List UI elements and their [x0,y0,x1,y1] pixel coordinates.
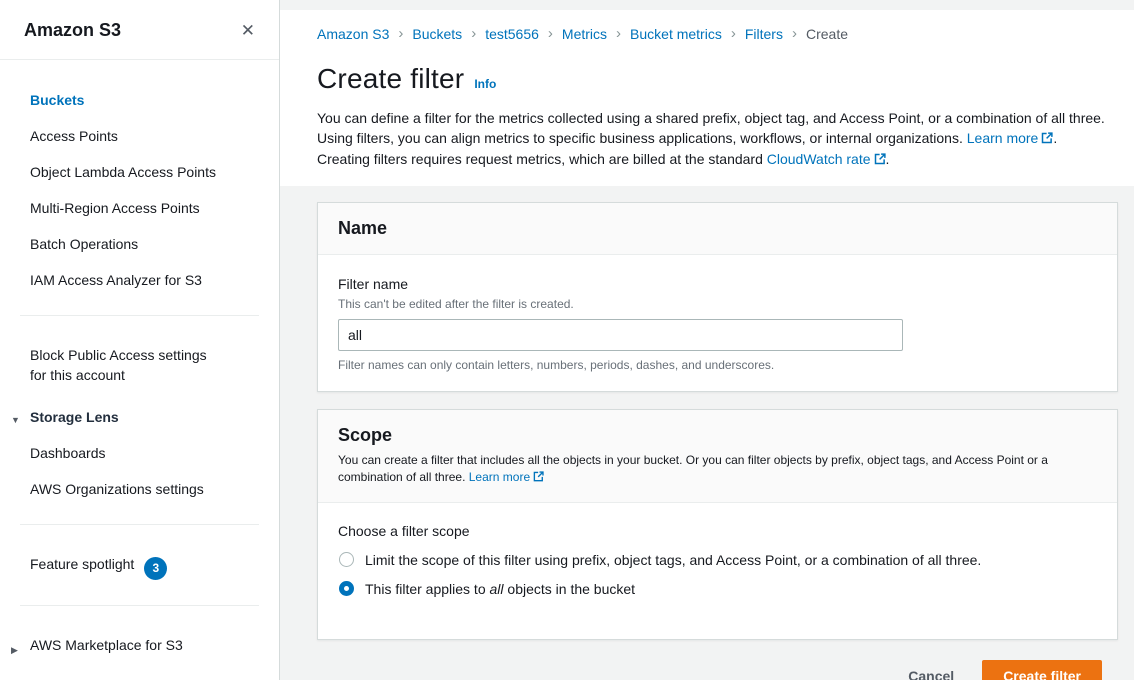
divider [20,315,259,316]
main-content: Amazon S3 › Buckets › test5656 › Metrics… [280,0,1134,680]
close-icon[interactable]: ✕ [241,22,255,39]
divider [20,524,259,525]
name-section-card: Name Filter name This can't be edited af… [317,202,1118,392]
breadcrumb-separator: › [616,25,621,42]
form-actions: Cancel Create filter [317,657,1118,680]
scope-option-all-objects-label: This filter applies to all objects in th… [365,579,635,599]
sidebar-item-label: Storage Lens [30,409,119,425]
create-filter-button[interactable]: Create filter [982,660,1102,680]
sidebar-nav: Buckets Access Points Object Lambda Acce… [0,60,279,298]
breadcrumb-separator: › [548,25,553,42]
breadcrumb-bucket-metrics[interactable]: Bucket metrics [630,26,722,42]
name-section-title: Name [338,218,387,238]
sidebar-item-feature-spotlight[interactable]: Feature spotlight 3 [30,546,263,588]
filter-name-helper: Filter names can only contain letters, n… [338,358,1097,372]
filter-name-input[interactable] [338,319,903,351]
sidebar-item-iam-access-analyzer[interactable]: IAM Access Analyzer for S3 [30,262,263,298]
breadcrumb-filters[interactable]: Filters [745,26,783,42]
page-description: You can define a filter for the metrics … [317,108,1107,170]
scope-section-card: Scope You can create a filter that inclu… [317,409,1118,640]
sidebar-item-label: Feature spotlight [30,556,134,572]
breadcrumb-separator: › [731,25,736,42]
sidebar-title: Amazon S3 [24,20,121,41]
sidebar-item-aws-marketplace[interactable]: ▶AWS Marketplace for S3 [30,627,263,663]
sidebar-item-batch-operations[interactable]: Batch Operations [30,226,263,262]
scope-description-text: You can create a filter that includes al… [338,453,1048,484]
scope-section-body: Choose a filter scope Limit the scope of… [318,503,1117,639]
breadcrumb-bucket-name[interactable]: test5656 [485,26,539,42]
learn-more-link[interactable]: Learn more [967,130,1039,146]
caret-down-icon[interactable]: ▼ [11,410,20,430]
breadcrumb-current: Create [806,26,848,42]
scope-section-description: You can create a filter that includes al… [338,452,1097,487]
breadcrumb-separator: › [398,25,403,42]
option-text-italic: all [490,581,504,597]
scope-option-all-objects[interactable]: This filter applies to all objects in th… [338,579,1097,599]
scope-learn-more-link[interactable]: Learn more [469,470,530,484]
breadcrumb-separator: › [471,25,476,42]
sidebar-nav-spotlight: Feature spotlight 3 [0,542,279,588]
feature-spotlight-count-badge: 3 [144,557,167,580]
cancel-button[interactable]: Cancel [908,668,954,680]
breadcrumb: Amazon S3 › Buckets › test5656 › Metrics… [317,25,1118,42]
page-title: Create filter [317,63,464,95]
sidebar-nav-marketplace: ▶ AWS Marketplace for S3 [0,623,279,663]
external-link-icon [874,150,886,170]
sidebar-item-buckets[interactable]: Buckets [30,82,263,118]
external-link-icon [1041,129,1053,149]
form-area: Name Filter name This can't be edited af… [280,186,1134,680]
sidebar-item-object-lambda-access-points[interactable]: Object Lambda Access Points [30,154,263,190]
radio-selected-icon[interactable] [339,581,354,596]
name-section-body: Filter name This can't be edited after t… [318,255,1117,391]
caret-right-icon[interactable]: ▶ [11,640,18,660]
scope-section-title: Scope [338,425,392,445]
choose-scope-label: Choose a filter scope [338,521,1097,541]
sidebar-item-aws-organizations-settings[interactable]: AWS Organizations settings [30,471,263,507]
breadcrumb-separator: › [792,25,797,42]
option-text: objects in the bucket [504,581,636,597]
sidebar-item-storage-lens[interactable]: ▼Storage Lens [30,399,263,435]
sidebar-item-access-points[interactable]: Access Points [30,118,263,154]
page-header-panel: Amazon S3 › Buckets › test5656 › Metrics… [280,10,1134,186]
sidebar-item-block-public-access[interactable]: Block Public Access settings for this ac… [30,337,263,393]
name-section-header: Name [318,203,1117,255]
option-text: This filter applies to [365,581,490,597]
breadcrumb-metrics[interactable]: Metrics [562,26,607,42]
scope-option-limit[interactable]: Limit the scope of this filter using pre… [338,550,1097,570]
cloudwatch-rate-link[interactable]: CloudWatch rate [767,151,871,167]
scope-option-limit-label: Limit the scope of this filter using pre… [365,550,981,570]
filter-name-constraint: This can't be edited after the filter is… [338,296,1097,312]
scope-section-header: Scope You can create a filter that inclu… [318,410,1117,503]
divider [20,605,259,606]
info-link[interactable]: Info [474,77,496,91]
external-link-icon [533,470,544,487]
s3-sidebar: Amazon S3 ✕ Buckets Access Points Object… [0,0,280,680]
sidebar-item-multi-region-access-points[interactable]: Multi-Region Access Points [30,190,263,226]
breadcrumb-buckets[interactable]: Buckets [412,26,462,42]
filter-name-label: Filter name [338,274,1097,294]
radio-unselected-icon[interactable] [339,552,354,567]
description-text: . [886,151,890,167]
sidebar-item-dashboards[interactable]: Dashboards [30,435,263,471]
breadcrumb-amazon-s3[interactable]: Amazon S3 [317,26,389,42]
sidebar-item-label: AWS Marketplace for S3 [30,637,183,653]
sidebar-nav-secondary: Block Public Access settings for this ac… [0,333,279,507]
sidebar-header: Amazon S3 ✕ [0,0,279,60]
